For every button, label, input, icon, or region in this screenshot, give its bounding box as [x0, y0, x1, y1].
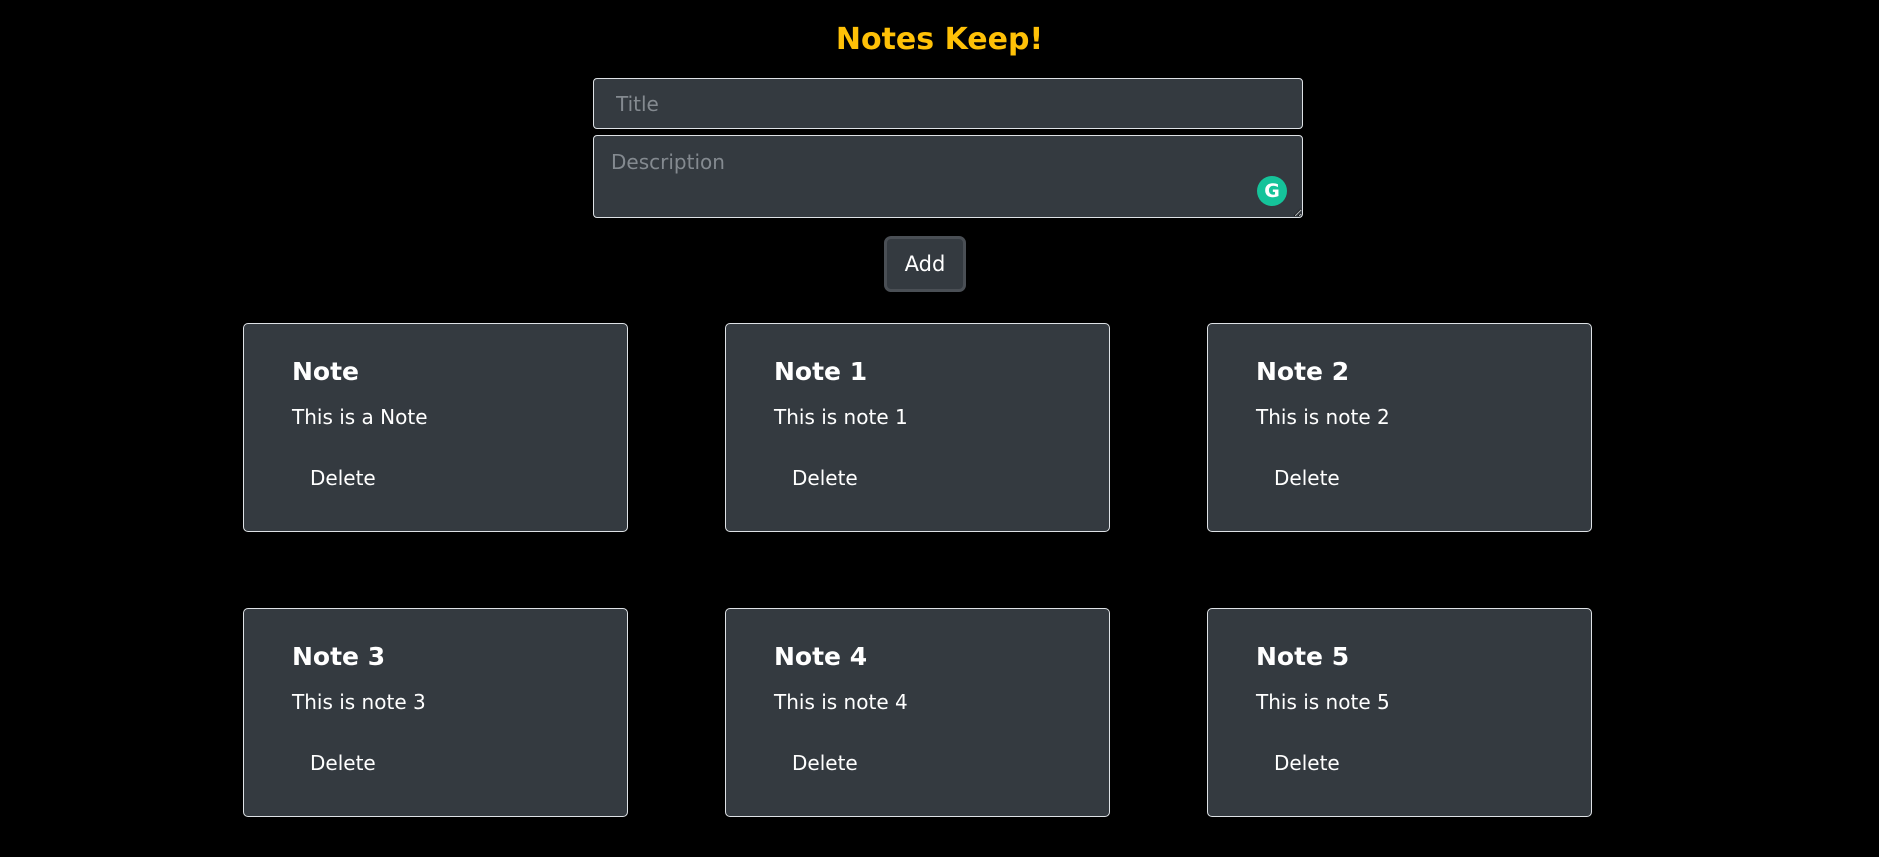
note-description: This is note 5	[1256, 690, 1390, 714]
delete-button[interactable]: Delete	[774, 745, 876, 781]
description-textarea[interactable]	[593, 135, 1303, 218]
note-title: Note 5	[1256, 642, 1350, 671]
note-card: Note 2 This is note 2 Delete	[1207, 323, 1592, 532]
note-title: Note 4	[774, 642, 868, 671]
grammarly-icon[interactable]: G	[1257, 176, 1287, 206]
note-card: Note 4 This is note 4 Delete	[725, 608, 1110, 817]
note-title: Note 1	[774, 357, 868, 386]
title-input[interactable]	[593, 78, 1303, 129]
note-card: Note 1 This is note 1 Delete	[725, 323, 1110, 532]
notes-app: Notes Keep! G Add Note This is a Note De…	[0, 0, 1879, 857]
note-description: This is note 3	[292, 690, 426, 714]
delete-button[interactable]: Delete	[1256, 460, 1358, 496]
note-title: Note 3	[292, 642, 386, 671]
delete-button[interactable]: Delete	[774, 460, 876, 496]
note-title: Note 2	[1256, 357, 1350, 386]
note-description: This is note 1	[774, 405, 908, 429]
note-description: This is note 4	[774, 690, 908, 714]
delete-button[interactable]: Delete	[292, 745, 394, 781]
note-description: This is note 2	[1256, 405, 1390, 429]
app-title: Notes Keep!	[835, 22, 1044, 57]
note-card: Note 5 This is note 5 Delete	[1207, 608, 1592, 817]
add-button[interactable]: Add	[884, 236, 966, 292]
add-note-form: G	[593, 78, 1303, 218]
note-title: Note	[292, 357, 360, 386]
delete-button[interactable]: Delete	[1256, 745, 1358, 781]
description-wrapper: G	[593, 135, 1303, 218]
note-card: Note This is a Note Delete	[243, 323, 628, 532]
note-description: This is a Note	[292, 405, 428, 429]
note-card: Note 3 This is note 3 Delete	[243, 608, 628, 817]
delete-button[interactable]: Delete	[292, 460, 394, 496]
